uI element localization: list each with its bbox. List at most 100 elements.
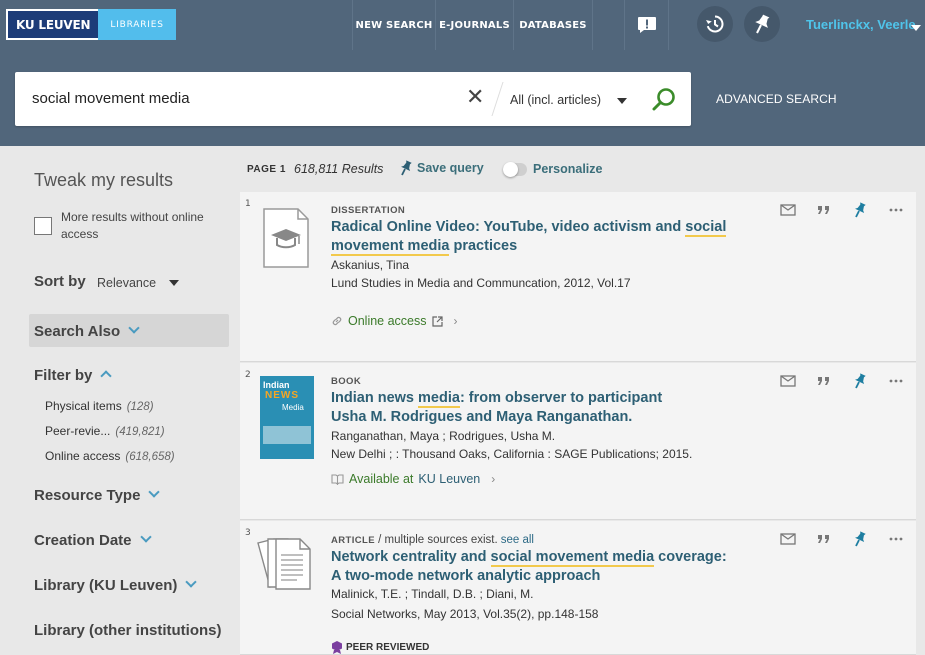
availability-label: Available at [349, 472, 414, 486]
result-actions [778, 202, 906, 218]
result-source: Social Networks, May 2013, Vol.35(2), pp… [331, 607, 599, 621]
pin-icon[interactable] [850, 373, 870, 389]
sort-caret-icon[interactable] [169, 280, 179, 286]
pin-icon [755, 14, 770, 34]
facet-sidebar: Tweak my results More results without on… [0, 146, 240, 655]
facet-creation-date[interactable]: Creation Date [34, 531, 152, 549]
multiple-sources-text: / multiple sources exist. [374, 534, 498, 546]
sort-by-label: Sort by [34, 273, 86, 290]
more-options-icon[interactable] [886, 531, 906, 547]
sort-by-select[interactable]: Relevance [97, 276, 156, 290]
search-icon[interactable] [651, 86, 677, 112]
result-title[interactable]: Network centrality and social movement m… [331, 548, 771, 586]
save-query-button[interactable]: Save query [399, 160, 484, 176]
nav-databases[interactable]: DATABASES [513, 0, 593, 50]
availability-link[interactable]: Available at KU Leuven › [331, 472, 495, 486]
dissertation-icon [263, 208, 309, 268]
search-also-label: Search Also [34, 323, 121, 340]
ku-leuven-logo[interactable]: KU LEUVEN LIBRARIES [6, 9, 176, 40]
favorites-button[interactable] [744, 6, 780, 42]
personalize-toggle[interactable] [503, 162, 527, 177]
chevron-right-icon: › [453, 314, 458, 328]
result-author: Askanius, Tina [331, 258, 410, 272]
filter-label: Peer-revie... [45, 424, 111, 438]
search-divider [491, 82, 504, 116]
title-text: practices [449, 238, 518, 254]
facet-library-other[interactable]: Library (other institutions) [34, 622, 222, 639]
history-icon [706, 15, 724, 33]
user-menu-caret-icon[interactable] [911, 25, 921, 31]
result-number: 2 [245, 370, 251, 380]
pin-icon[interactable] [850, 531, 870, 547]
title-highlight: social movement media [490, 549, 655, 567]
result-item[interactable]: 2 Indian NEWS Media BOOK Indian news med… [240, 363, 916, 520]
search-scope-select[interactable]: All (incl. articles) [510, 93, 601, 107]
book-cover-image[interactable]: Indian NEWS Media [260, 376, 314, 459]
online-access-label: Online access [348, 314, 427, 328]
nav-e-journals[interactable]: E-JOURNALS [435, 0, 513, 50]
nav-new-search[interactable]: NEW SEARCH [352, 0, 435, 50]
scope-caret-icon[interactable] [617, 98, 627, 104]
citation-icon[interactable] [814, 531, 834, 547]
see-all-link[interactable]: see all [501, 534, 534, 546]
facet-label: Resource Type [34, 487, 141, 504]
filter-physical-items[interactable]: Physical items (128) [45, 399, 154, 413]
pin-icon [401, 160, 412, 176]
filter-by-heading[interactable]: Filter by [34, 367, 113, 384]
search-box: social movement media ✕ All (incl. artic… [15, 72, 691, 126]
chevron-down-icon [128, 322, 140, 334]
book-icon [331, 474, 344, 485]
filter-count: (128) [126, 401, 154, 413]
filter-peer-reviewed[interactable]: Peer-revie... (419,821) [45, 424, 165, 438]
cover-text: Indian [263, 380, 290, 390]
facet-label: Library (KU Leuven) [34, 577, 178, 594]
user-menu[interactable]: Tuerlinckx, Veerle [806, 17, 916, 32]
cover-text: Media [282, 403, 304, 412]
chevron-down-icon [139, 531, 152, 543]
result-title[interactable]: Indian news media: from observer to part… [331, 389, 751, 427]
title-text: Indian news [331, 390, 419, 406]
more-options-icon[interactable] [886, 373, 906, 389]
citation-icon[interactable] [814, 373, 834, 389]
search-input[interactable]: social movement media [32, 90, 190, 107]
title-text: coverage: [654, 549, 727, 565]
more-results-checkbox[interactable] [34, 217, 52, 235]
facet-resource-type[interactable]: Resource Type [34, 486, 161, 504]
result-item[interactable]: 1 DISSERTATION Radical Online Video: You… [240, 192, 916, 362]
result-item[interactable]: 3 ARTICLE / multiple sources exist. see … [240, 521, 916, 655]
result-type: BOOK [331, 376, 362, 387]
search-history-button[interactable] [697, 6, 733, 42]
clear-search-icon[interactable]: ✕ [466, 86, 484, 110]
search-also-heading[interactable]: Search Also [34, 322, 140, 340]
type-label: ARTICLE [331, 535, 375, 546]
more-options-icon[interactable] [886, 202, 906, 218]
email-icon[interactable] [778, 373, 798, 389]
filter-count: (618,658) [125, 451, 175, 463]
logo-main-text: KU LEUVEN [6, 9, 99, 40]
logo-sub-text: LIBRARIES [98, 9, 176, 40]
result-number: 3 [245, 528, 251, 538]
cover-band [263, 426, 311, 444]
email-icon[interactable] [778, 531, 798, 547]
filter-online-access[interactable]: Online access (618,658) [45, 449, 175, 463]
advanced-search-link[interactable]: ADVANCED SEARCH [716, 92, 837, 106]
pin-icon[interactable] [850, 202, 870, 218]
email-icon[interactable] [778, 202, 798, 218]
feedback-button[interactable] [624, 0, 669, 50]
results-count: 618,811 Results [294, 162, 383, 176]
cover-text: NEWS [265, 390, 299, 401]
filter-label: Physical items [45, 399, 122, 413]
result-actions [778, 373, 906, 389]
facet-library-ku-leuven[interactable]: Library (KU Leuven) [34, 576, 198, 594]
title-text: A two-mode network analytic approach [331, 568, 601, 584]
result-number: 1 [245, 199, 251, 209]
peer-reviewed-badge: PEER REVIEWED [331, 640, 429, 654]
tweak-title: Tweak my results [34, 170, 174, 190]
online-access-link[interactable]: Online access › [331, 314, 458, 328]
link-icon [332, 316, 342, 326]
result-title[interactable]: Radical Online Video: YouTube, video act… [331, 218, 751, 256]
more-results-label[interactable]: More results without online access [61, 209, 221, 243]
citation-icon[interactable] [814, 202, 834, 218]
personalize-label[interactable]: Personalize [533, 162, 602, 176]
chevron-down-icon [185, 576, 198, 588]
